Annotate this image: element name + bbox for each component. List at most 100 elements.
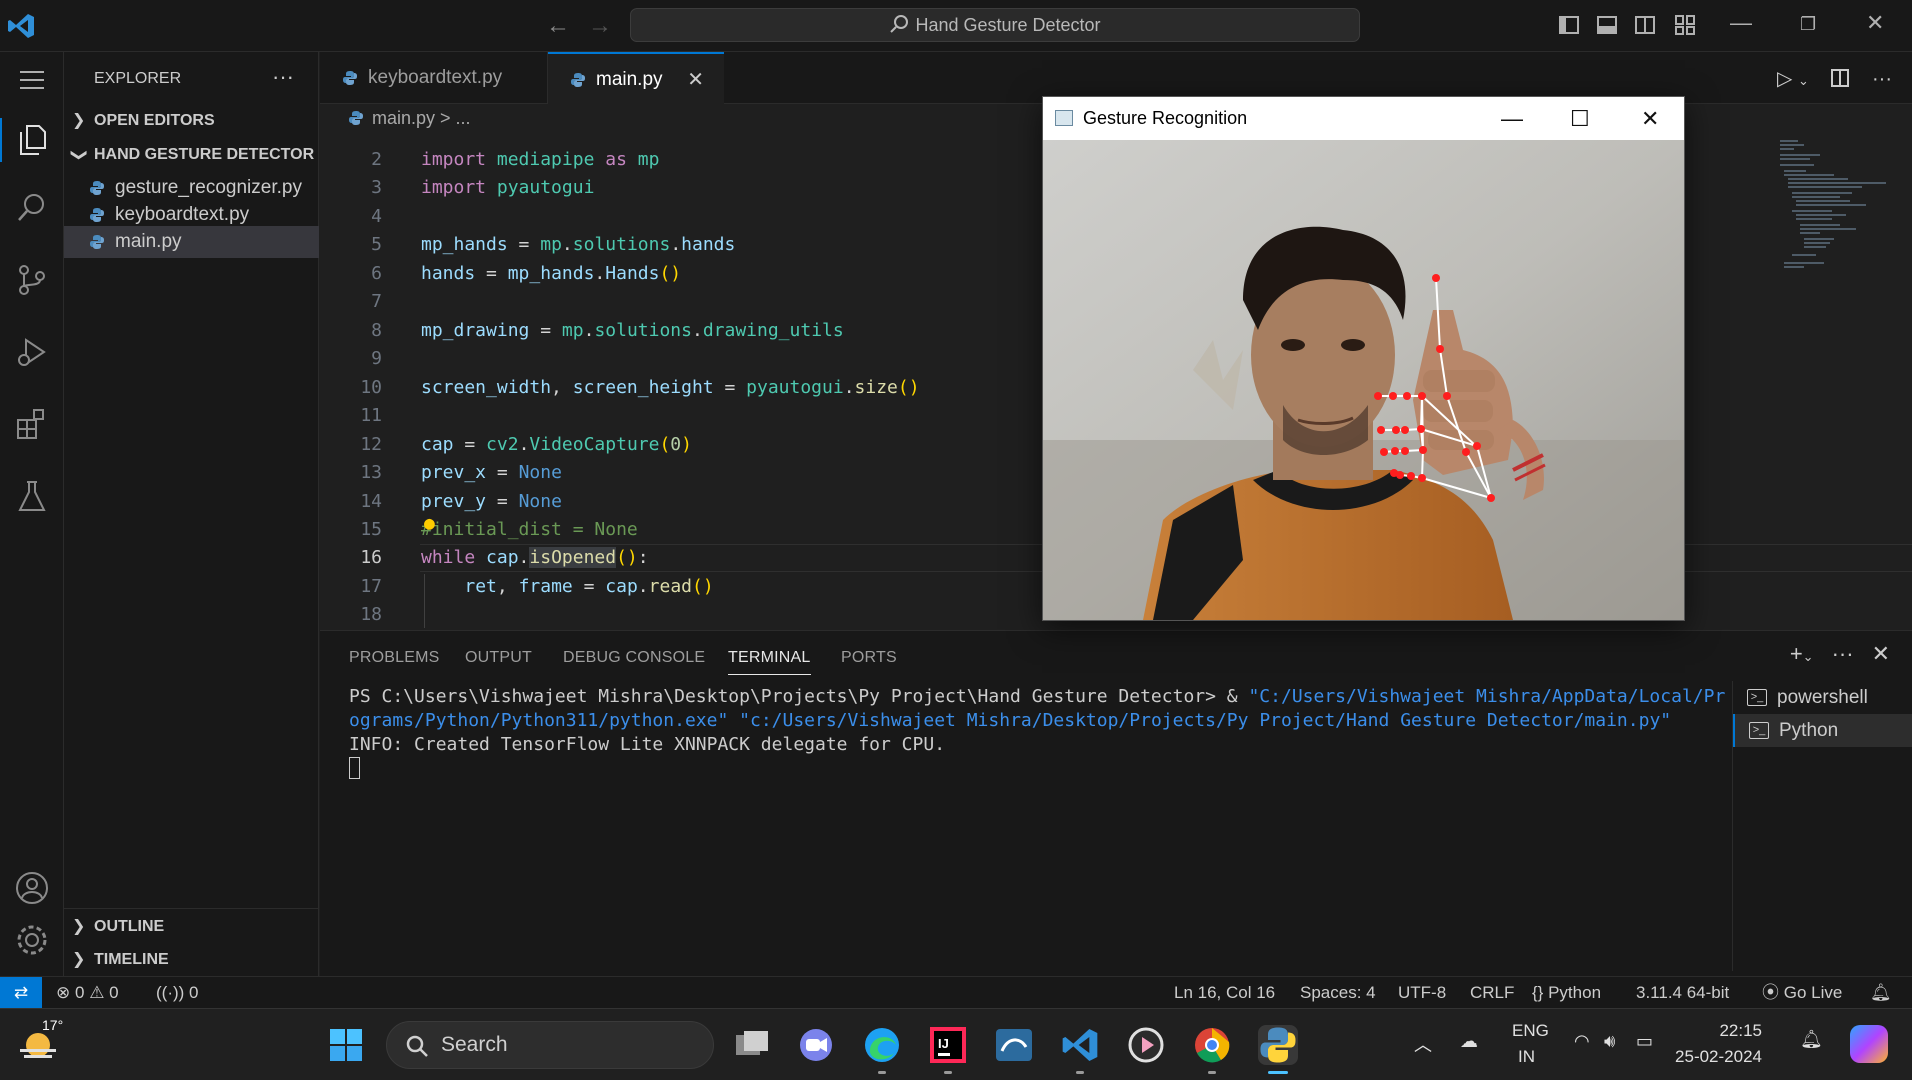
chevron-down-icon[interactable]: ⌄ <box>1798 73 1809 88</box>
file-item-main[interactable]: main.py <box>64 226 319 258</box>
indent-guide <box>424 574 425 628</box>
task-view-icon[interactable] <box>732 1025 772 1065</box>
outline-label: OUTLINE <box>94 918 165 935</box>
webcam-feed <box>1043 140 1684 620</box>
tray-chevron-up-icon[interactable]: ︿ <box>1414 1031 1432 1057</box>
notifications-bell-icon[interactable]: 🔔︎ <box>1870 977 1892 1008</box>
teams-chat-icon[interactable] <box>796 1025 836 1065</box>
explorer-more-actions[interactable]: ··· <box>272 64 294 90</box>
tab-problems[interactable]: PROBLEMS <box>349 649 440 667</box>
python-file-icon <box>343 71 357 85</box>
problems-status[interactable]: ⊗ 0 ⚠ 0 <box>56 977 119 1008</box>
search-icon[interactable] <box>10 186 54 230</box>
forward-arrow-icon[interactable]: → <box>588 12 612 40</box>
minimize-icon[interactable]: — <box>1730 10 1752 36</box>
terminal-item-powershell[interactable]: >_ powershell <box>1733 681 1912 714</box>
notification-bell-icon[interactable]: 🔔︎ <box>1800 1029 1823 1050</box>
open-editors-section[interactable]: ❯ OPEN EDITORS <box>64 106 319 136</box>
wifi-icon[interactable]: ◠ <box>1574 1031 1590 1052</box>
onedrive-icon[interactable]: ☁ <box>1460 1031 1478 1052</box>
media-player-icon[interactable] <box>1126 1025 1166 1065</box>
close-window-icon[interactable]: ✕ <box>1641 97 1659 140</box>
battery-icon[interactable]: ▭ <box>1636 1031 1653 1052</box>
tab-debug-console[interactable]: DEBUG CONSOLE <box>563 649 705 667</box>
terminal-item-python[interactable]: >_ Python <box>1733 714 1912 747</box>
copilot-icon[interactable] <box>1850 1025 1888 1063</box>
back-arrow-icon[interactable]: ← <box>546 12 570 40</box>
terminal-output[interactable]: PS C:\Users\Vishwajeet Mishra\Desktop\Pr… <box>349 685 1729 782</box>
more-actions-icon[interactable]: ··· <box>1872 68 1892 90</box>
clock-date[interactable]: 25-02-2024 <box>1670 1047 1762 1067</box>
tab-terminal[interactable]: TERMINAL <box>728 649 811 675</box>
maximize-icon[interactable]: ☐ <box>1570 97 1590 140</box>
divider <box>64 908 319 909</box>
intellij-icon[interactable]: IJ <box>928 1025 968 1065</box>
clock-time[interactable]: 22:15 <box>1670 1021 1762 1041</box>
mysql-workbench-icon[interactable] <box>994 1025 1034 1065</box>
breadcrumb: main.py > ... <box>348 108 471 129</box>
chevron-down-icon[interactable]: ⌄ <box>1803 649 1814 664</box>
tab-main[interactable]: main.py ✕ <box>548 52 724 104</box>
breadcrumb-file[interactable]: main.py <box>372 108 435 128</box>
minimap[interactable] <box>1772 138 1892 298</box>
settings-gear-icon[interactable] <box>10 918 54 962</box>
language-indicator[interactable]: ENG <box>1512 1021 1549 1041</box>
tab-keyboardtext[interactable]: keyboardtext.py <box>320 52 548 104</box>
breadcrumb-rest[interactable]: > ... <box>440 108 471 128</box>
volume-icon[interactable]: 🔊︎ <box>1604 1031 1615 1052</box>
vscode-logo-icon[interactable] <box>6 12 36 40</box>
restore-icon[interactable]: ❐ <box>1800 14 1816 35</box>
extensions-icon[interactable] <box>10 402 54 446</box>
line-ending[interactable]: CRLF <box>1470 977 1514 1008</box>
windows-start-icon[interactable] <box>328 1027 364 1063</box>
toggle-sidebar-icon[interactable] <box>1558 14 1580 36</box>
tab-ports[interactable]: PORTS <box>841 649 897 667</box>
braces-icon: {} <box>1532 983 1544 1002</box>
encoding[interactable]: UTF-8 <box>1398 977 1446 1008</box>
folder-section[interactable]: ❯ HAND GESTURE DETECTOR <box>64 140 319 170</box>
customize-layout-icon[interactable] <box>1674 14 1696 36</box>
search-icon <box>406 1035 428 1057</box>
language-mode[interactable]: {} Python <box>1532 977 1601 1008</box>
close-panel-icon[interactable]: ✕ <box>1872 641 1890 666</box>
command-center-label: Hand Gesture Detector <box>915 15 1101 35</box>
editor-actions: ▷ ⌄ ··· <box>1777 66 1892 91</box>
outline-section[interactable]: ❯ OUTLINE <box>64 912 319 942</box>
run-debug-icon[interactable] <box>10 330 54 374</box>
python-file-icon <box>90 235 104 249</box>
ports-status[interactable]: ((·)) 0 <box>156 977 199 1008</box>
vscode-taskbar-icon[interactable] <box>1060 1025 1100 1065</box>
python-taskbar-icon[interactable] <box>1258 1025 1298 1065</box>
split-editor-icon[interactable] <box>1830 68 1850 88</box>
explorer-icon[interactable] <box>0 118 64 162</box>
close-window-icon[interactable]: ✕ <box>1866 10 1884 36</box>
folder-label: HAND GESTURE DETECTOR <box>94 146 315 163</box>
taskbar-search[interactable]: Search <box>386 1021 714 1069</box>
warning-count: 0 <box>109 983 119 1002</box>
menu-icon[interactable] <box>10 58 54 102</box>
command-center-search[interactable]: Hand Gesture Detector <box>630 8 1360 42</box>
timeline-section[interactable]: ❯ TIMELINE <box>64 945 319 975</box>
python-interpreter[interactable]: 3.11.4 64-bit <box>1636 977 1729 1008</box>
more-actions-icon[interactable]: ··· <box>1832 641 1854 666</box>
indentation[interactable]: Spaces: 4 <box>1300 977 1376 1008</box>
toggle-secondary-sidebar-icon[interactable] <box>1634 14 1656 36</box>
lightbulb-icon[interactable]: ● <box>424 513 435 534</box>
remote-indicator-icon[interactable]: ⇄ <box>0 977 42 1008</box>
cursor-position[interactable]: Ln 16, Col 16 <box>1174 977 1275 1008</box>
edge-browser-icon[interactable] <box>862 1025 902 1065</box>
minimize-icon[interactable]: — <box>1501 97 1523 140</box>
accounts-icon[interactable] <box>10 866 54 910</box>
chrome-icon[interactable] <box>1192 1025 1232 1065</box>
testing-icon[interactable] <box>10 474 54 518</box>
source-control-icon[interactable] <box>10 258 54 302</box>
run-python-icon[interactable]: ▷ <box>1777 68 1792 90</box>
weather-widget[interactable]: 17° <box>18 1017 63 1067</box>
new-terminal-icon[interactable]: + <box>1790 641 1803 666</box>
toggle-panel-icon[interactable] <box>1596 14 1618 36</box>
chevron-right-icon: ❯ <box>72 951 86 968</box>
close-tab-icon[interactable]: ✕ <box>687 54 704 106</box>
go-live-button[interactable]: ⦿ Go Live <box>1762 977 1842 1008</box>
tab-output[interactable]: OUTPUT <box>465 649 532 667</box>
gesture-window-titlebar[interactable]: Gesture Recognition — ☐ ✕ <box>1043 97 1684 140</box>
